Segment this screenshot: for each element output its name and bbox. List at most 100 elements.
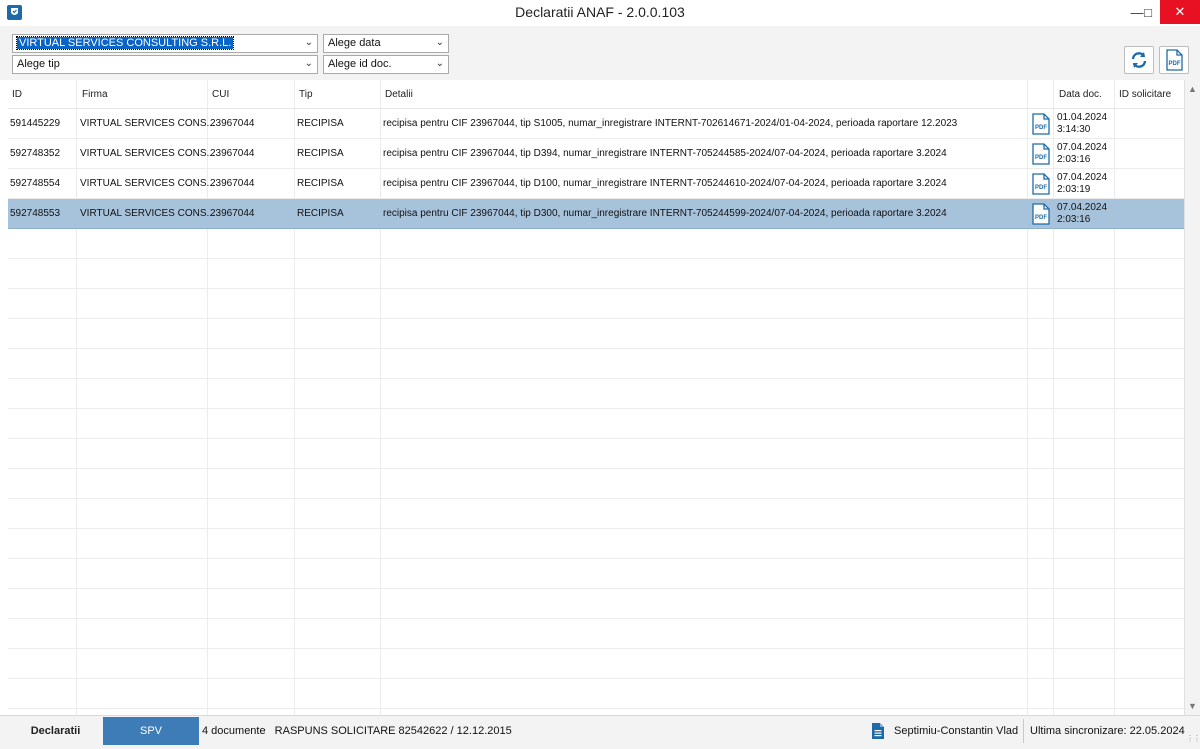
table-row[interactable]: 592748553 VIRTUAL SERVICES CONS... 2396704…	[8, 199, 1184, 229]
chevron-down-icon: ⌄	[304, 37, 313, 48]
cell-id: 592748553	[10, 208, 61, 219]
empty-row	[8, 289, 1184, 319]
pdf-icon[interactable]: PDF	[1030, 113, 1052, 135]
close-button[interactable]: ✕	[1160, 0, 1200, 24]
grid-header: ID Firma CUI Tip Detalii Data doc. ID so…	[8, 80, 1184, 109]
refresh-button[interactable]	[1124, 46, 1154, 74]
filter-toolbar: VIRTUAL SERVICES CONSULTING S.R.L. ⌄ Ale…	[0, 26, 1200, 80]
id-doc-select[interactable]: Alege id doc. ⌄	[323, 55, 449, 74]
empty-row	[8, 499, 1184, 529]
empty-row	[8, 349, 1184, 379]
chevron-down-icon: ⌄	[435, 58, 444, 69]
empty-row	[8, 229, 1184, 259]
pdf-icon[interactable]: PDF	[1030, 143, 1052, 165]
cell-detalii: recipisa pentru CIF 23967044, tip D394, …	[383, 148, 947, 159]
column-header-cui[interactable]: CUI	[212, 89, 229, 100]
last-sync: Ultima sincronizare: 22.05.2024	[1030, 725, 1185, 737]
column-header-id-solicitare[interactable]: ID solicitare	[1119, 89, 1171, 100]
empty-row	[8, 319, 1184, 349]
maximize-button[interactable]: □	[1136, 0, 1160, 24]
cell-date: 07.04.2024	[1057, 172, 1108, 183]
svg-text:PDF: PDF	[1035, 125, 1047, 131]
raspuns-solicitare: RASPUNS SOLICITARE 82542622 / 12.12.2015	[274, 725, 512, 737]
chevron-down-icon: ⌄	[435, 37, 444, 48]
empty-row	[8, 619, 1184, 649]
pdf-icon[interactable]: PDF	[1030, 173, 1052, 195]
scroll-up-icon[interactable]: ▲	[1188, 84, 1197, 94]
export-pdf-button[interactable]: PDF	[1159, 46, 1189, 74]
refresh-icon	[1131, 52, 1147, 68]
empty-row	[8, 559, 1184, 589]
svg-text:PDF: PDF	[1169, 61, 1181, 67]
column-header-data-doc[interactable]: Data doc.	[1059, 89, 1102, 100]
cell-data-doc: 01.04.2024 3:14:30	[1057, 112, 1107, 138]
column-header-tip[interactable]: Tip	[299, 89, 313, 100]
tip-select-value: Alege tip	[17, 58, 60, 70]
table-row[interactable]: 592748554 VIRTUAL SERVICES CONS... 2396704…	[8, 169, 1184, 199]
app-window: Declaratii ANAF - 2.0.0.103 — □ ✕ VIRTUA…	[0, 0, 1200, 749]
firma-select[interactable]: VIRTUAL SERVICES CONSULTING S.R.L. ⌄	[12, 34, 318, 53]
pdf-icon[interactable]: PDF	[1030, 203, 1052, 225]
tab-spv[interactable]: SPV	[103, 717, 199, 745]
resize-grip-icon[interactable]: ⋮⋮	[1186, 734, 1200, 743]
cell-time: 3:14:30	[1057, 124, 1091, 135]
table-row[interactable]: 592748352 VIRTUAL SERVICES CONS... 2396704…	[8, 139, 1184, 169]
scroll-down-icon[interactable]: ▼	[1188, 701, 1197, 711]
cell-detalii: recipisa pentru CIF 23967044, tip D300, …	[383, 208, 947, 219]
empty-row	[8, 649, 1184, 679]
cell-tip: RECIPISA	[297, 148, 344, 159]
cell-date: 07.04.2024	[1057, 202, 1108, 213]
cell-id: 592748554	[10, 178, 61, 189]
cell-firma: VIRTUAL SERVICES CONS...	[80, 148, 215, 159]
cell-tip: RECIPISA	[297, 178, 344, 189]
cell-cui: 23967044	[210, 208, 255, 219]
cell-data-doc: 07.04.2024 2:03:16	[1057, 142, 1107, 168]
cell-cui: 23967044	[210, 178, 255, 189]
cell-firma: VIRTUAL SERVICES CONS...	[80, 178, 215, 189]
cell-id: 591445229	[10, 118, 61, 129]
empty-row	[8, 439, 1184, 469]
cell-firma: VIRTUAL SERVICES CONS...	[80, 208, 215, 219]
table-row[interactable]: 591445229 VIRTUAL SERVICES CONS... 2396704…	[8, 109, 1184, 139]
cell-date: 01.04.2024	[1057, 112, 1108, 123]
empty-row	[8, 259, 1184, 289]
cell-data-doc: 07.04.2024 2:03:19	[1057, 172, 1107, 198]
cell-id: 592748352	[10, 148, 61, 159]
tab-declaratii[interactable]: Declaratii	[8, 717, 103, 745]
cell-cui: 23967044	[210, 118, 255, 129]
data-select[interactable]: Alege data ⌄	[323, 34, 449, 53]
column-header-detalii[interactable]: Detalii	[385, 89, 413, 100]
tip-select[interactable]: Alege tip ⌄	[12, 55, 318, 74]
id-doc-select-value: Alege id doc.	[328, 58, 392, 70]
empty-row	[8, 529, 1184, 559]
cell-data-doc: 07.04.2024 2:03:16	[1057, 202, 1107, 228]
pdf-icon: PDF	[1166, 49, 1183, 71]
window-title: Declaratii ANAF - 2.0.0.103	[515, 4, 685, 20]
cell-date: 07.04.2024	[1057, 142, 1108, 153]
empty-row	[8, 409, 1184, 439]
document-count: 4 documente	[202, 725, 266, 737]
cell-tip: RECIPISA	[297, 208, 344, 219]
status-divider	[1023, 719, 1024, 743]
cell-cui: 23967044	[210, 148, 255, 159]
chevron-down-icon: ⌄	[304, 58, 313, 69]
vertical-scrollbar[interactable]: ▲ ▼	[1184, 80, 1200, 715]
title-bar: Declaratii ANAF - 2.0.0.103 — □ ✕	[0, 0, 1200, 26]
empty-row	[8, 679, 1184, 709]
empty-row	[8, 469, 1184, 499]
cell-time: 2:03:16	[1057, 154, 1091, 165]
user-name: Septimiu-Constantin Vlad	[894, 725, 1019, 737]
documents-grid: ID Firma CUI Tip Detalii Data doc. ID so…	[8, 80, 1184, 715]
status-info: 4 documente RASPUNS SOLICITARE 82542622 …	[202, 725, 518, 737]
svg-text:PDF: PDF	[1035, 155, 1047, 161]
data-select-value: Alege data	[328, 37, 381, 49]
column-header-firma[interactable]: Firma	[82, 89, 108, 100]
column-header-id[interactable]: ID	[12, 89, 22, 100]
empty-row	[8, 379, 1184, 409]
cell-firma: VIRTUAL SERVICES CONS...	[80, 118, 215, 129]
cell-tip: RECIPISA	[297, 118, 344, 129]
cell-time: 2:03:19	[1057, 184, 1091, 195]
svg-text:PDF: PDF	[1035, 215, 1047, 221]
cell-time: 2:03:16	[1057, 214, 1091, 225]
firma-select-value: VIRTUAL SERVICES CONSULTING S.R.L.	[15, 36, 235, 50]
